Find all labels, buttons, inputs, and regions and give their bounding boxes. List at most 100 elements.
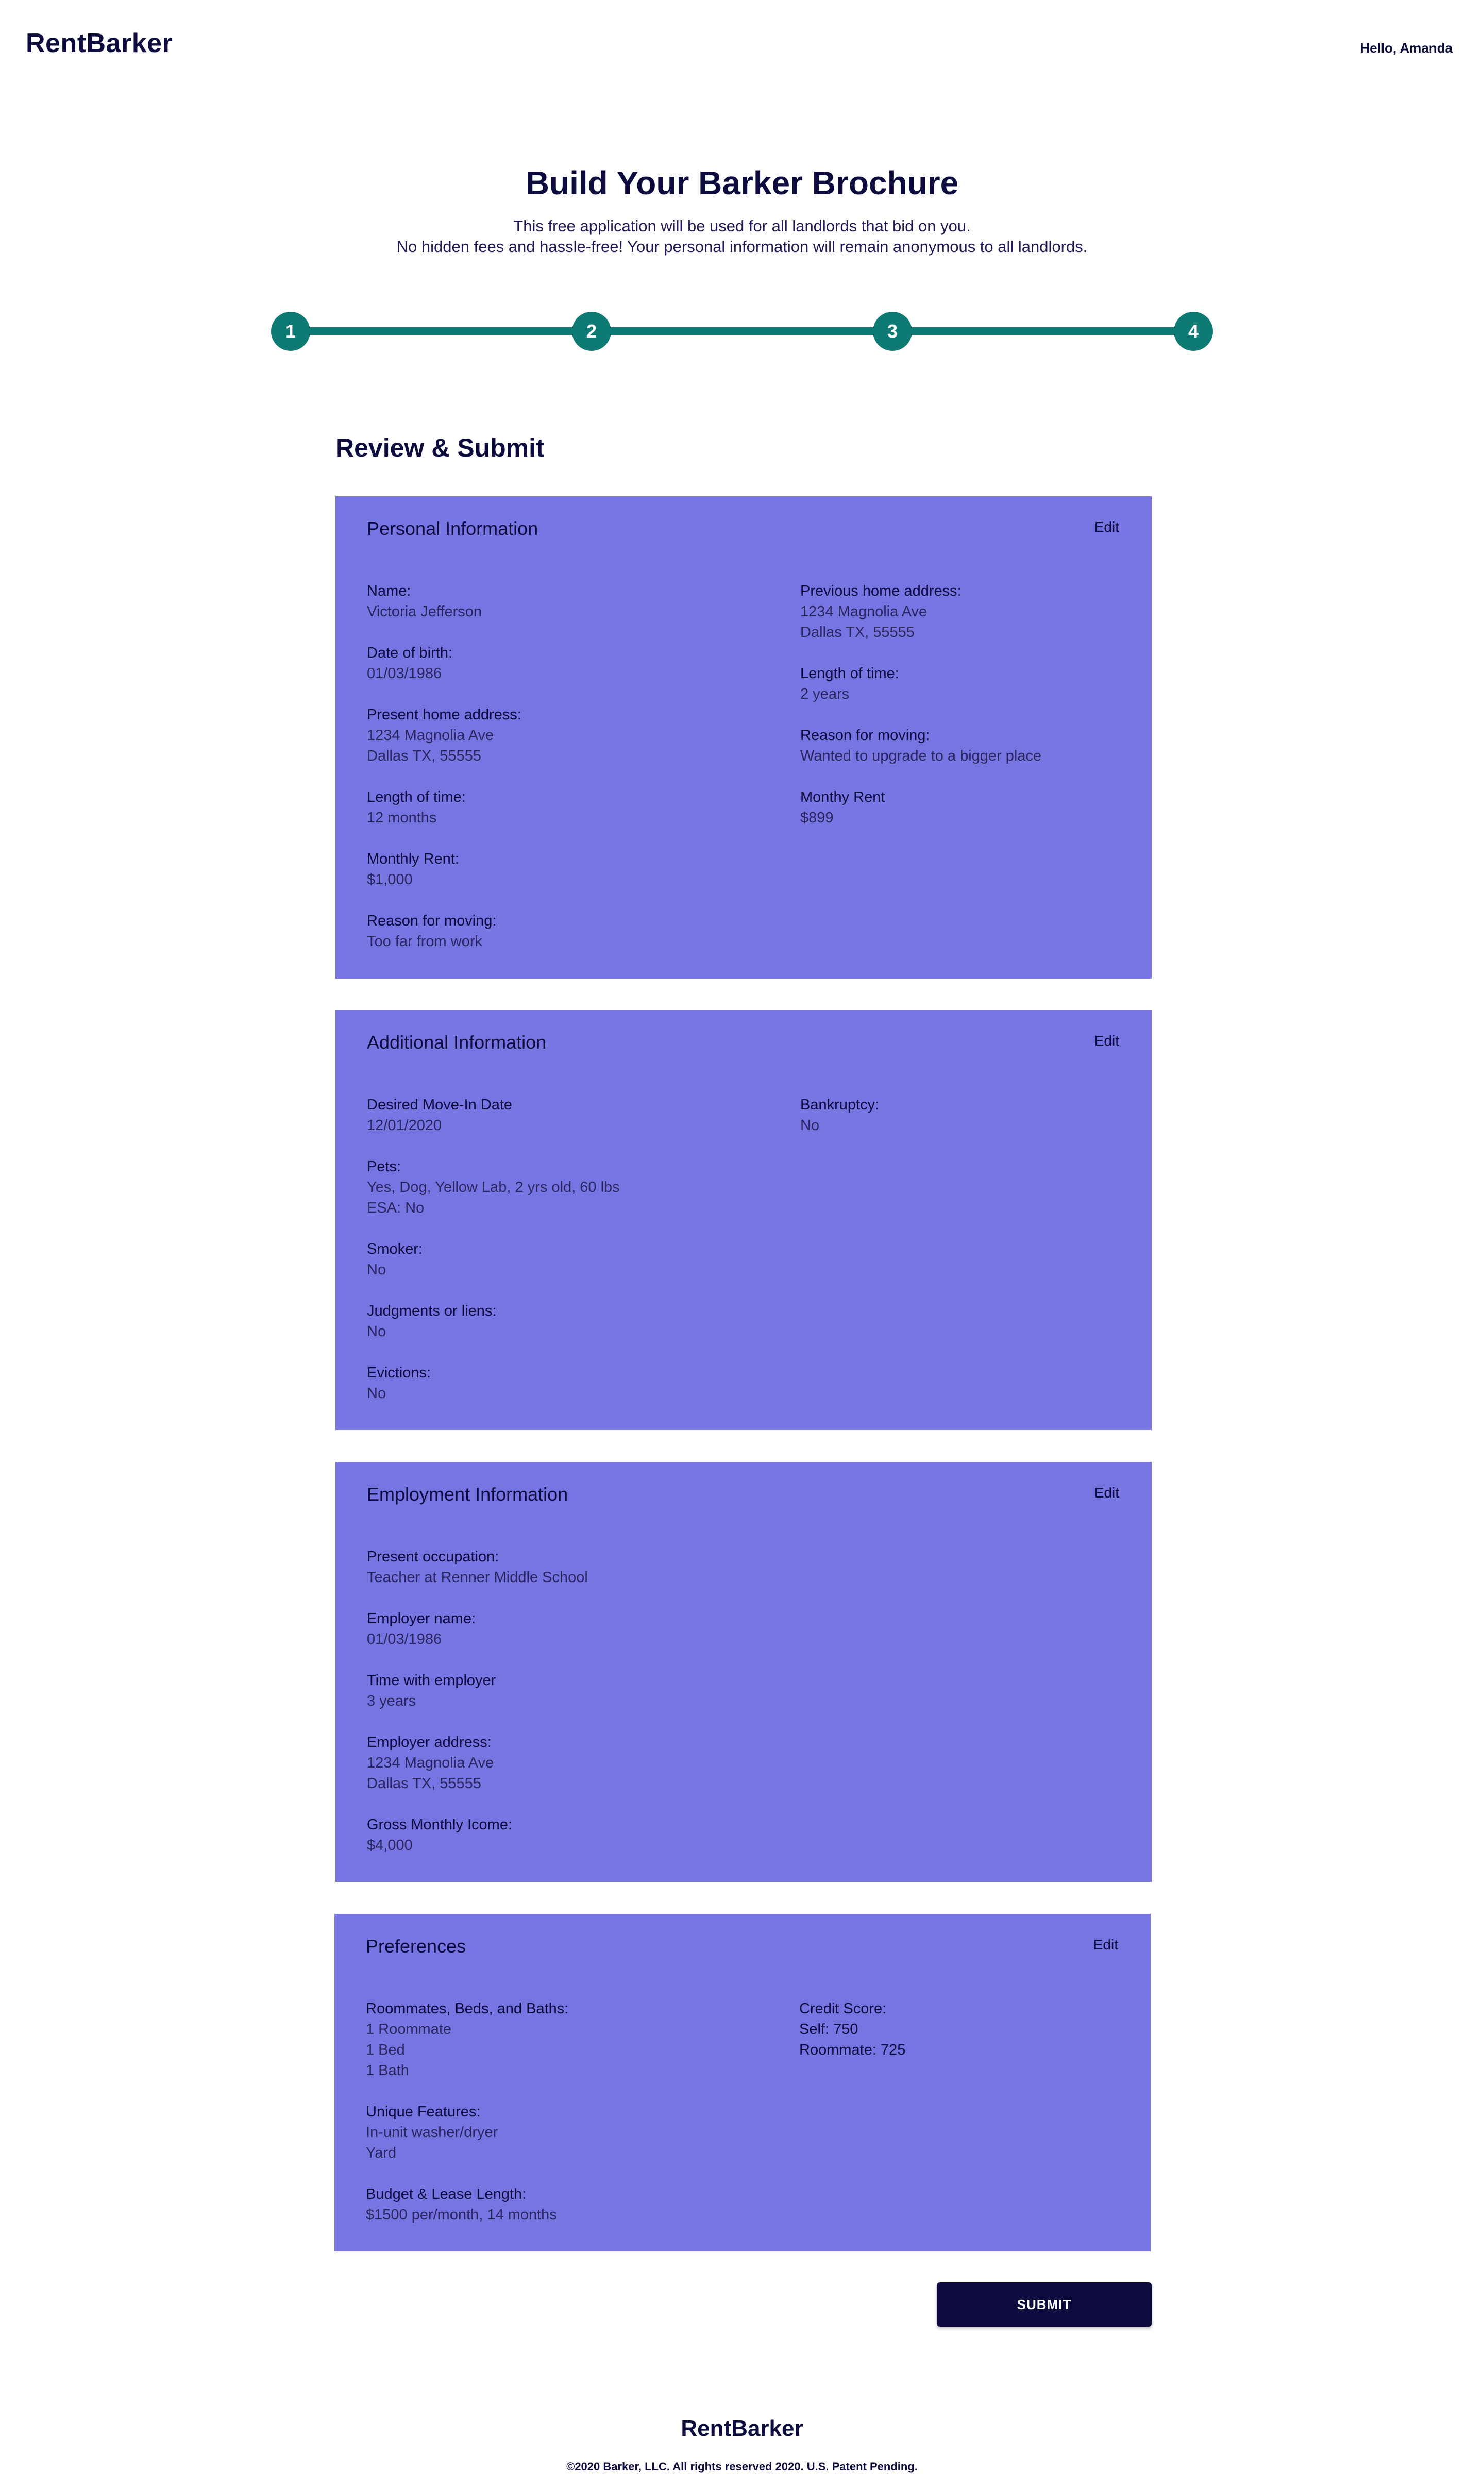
field-value: Teacher at Renner Middle School [367,1569,588,1586]
field-group: Credit Score: Self: 750 Roommate: 725 [799,1998,905,2060]
field-value: No [367,1385,386,1402]
field-value: 1234 Magnolia Ave [367,727,494,744]
field-label: Present home address: [367,706,521,723]
field-group: Present occupation: Teacher at Renner Mid… [367,1546,588,1588]
field-group: Employer name: 01/03/1986 [367,1608,588,1650]
card-title: Preferences [366,1936,466,1957]
field-group: Date of birth: 01/03/1986 [367,643,521,684]
field-value: Dallas TX, 55555 [367,1775,481,1792]
field-label: Smoker: [367,1241,423,1257]
field-label: Reason for moving: [367,913,497,929]
field-group: Evictions: No [367,1362,620,1404]
field-value: Roommate: 725 [799,2042,906,2058]
progress-stepper: 1 2 3 4 [271,312,1213,351]
field-value: $4,000 [367,1837,413,1854]
field-value: 12 months [367,810,437,826]
step-1[interactable]: 1 [271,312,310,351]
field-value: No [367,1323,386,1340]
field-group: Name: Victoria Jefferson [367,581,521,622]
edit-employment-button[interactable]: Edit [1094,1485,1119,1501]
field-value: ESA: No [367,1200,425,1216]
field-label: Length of time: [367,789,466,805]
field-group: Present home address: 1234 Magnolia Ave Da… [367,704,521,766]
field-value: In-unit washer/dryer [366,2124,498,2141]
footer-logo[interactable]: RentBarker [0,2416,1484,2442]
field-value: Self: 750 [799,2021,858,2038]
step-4[interactable]: 4 [1174,312,1213,351]
field-value: 01/03/1986 [367,1631,442,1647]
card-column-right: Credit Score: Self: 750 Roommate: 725 [799,1998,905,2081]
field-value: Dallas TX, 55555 [800,624,915,641]
card-title: Employment Information [367,1484,568,1505]
employment-information-card: Employment Information Edit Present occu… [335,1462,1152,1882]
field-value: 1 Roommate [366,2021,452,2038]
field-value: Wanted to upgrade to a bigger place [800,748,1042,764]
field-label: Bankruptcy: [800,1097,880,1113]
field-group: Gross Monthly Icome: $4,000 [367,1814,588,1856]
field-label: Employer address: [367,1734,492,1751]
field-label: Present occupation: [367,1549,499,1565]
review-heading: Review & Submit [335,433,545,462]
field-group: Previous home address: 1234 Magnolia Ave D… [800,581,1041,643]
field-value: Yard [366,2145,397,2161]
field-group: Reason for moving: Too far from work [367,911,521,952]
card-column-left: Roommates, Beds, and Baths: 1 Roommate 1 B… [366,1998,568,2246]
field-value: 12/01/2020 [367,1117,442,1134]
card-title: Additional Information [367,1032,547,1053]
step-2[interactable]: 2 [572,312,611,351]
field-label: Monthy Rent [800,789,885,805]
field-label: Name: [367,583,411,599]
field-value: No [367,1261,386,1278]
field-label: Unique Features: [366,2104,481,2120]
field-group: Monthly Rent: $1,000 [367,849,521,890]
field-value: Dallas TX, 55555 [367,748,481,764]
field-label: Evictions: [367,1365,431,1381]
user-greeting[interactable]: Hello, Amanda [1360,40,1453,56]
page-title: Build Your Barker Brochure [525,164,959,201]
field-label: Judgments or liens: [367,1303,497,1319]
field-label: Budget & Lease Length: [366,2186,527,2202]
card-column-right: Bankruptcy: No [800,1095,879,1156]
field-value: Too far from work [367,933,482,950]
field-group: Length of time: 12 months [367,787,521,828]
field-value: No [800,1117,820,1134]
preferences-card: Preferences Edit Roommates, Beds, and Ba… [334,1914,1151,2251]
field-group: Unique Features: In-unit washer/dryer Yard [366,2101,568,2163]
edit-preferences-button[interactable]: Edit [1093,1937,1118,1953]
field-value: 1 Bed [366,2042,405,2058]
field-label: Credit Score: [799,2000,887,2017]
field-group: Employer address: 1234 Magnolia Ave Dallas… [367,1732,588,1794]
submit-button[interactable]: SUBMIT [937,2282,1152,2327]
field-group: Desired Move-In Date 12/01/2020 [367,1095,620,1136]
field-group: Judgments or liens: No [367,1301,620,1342]
field-value: 2 years [800,686,850,702]
field-label: Roommates, Beds, and Baths: [366,2000,569,2017]
page-subtitle-line-1: This free application will be used for a… [513,217,971,235]
page-subtitle-line-2: No hidden fees and hassle-free! Your per… [396,238,1088,256]
additional-information-card: Additional Information Edit Desired Move… [335,1010,1152,1430]
field-group: Roommates, Beds, and Baths: 1 Roommate 1 B… [366,1998,568,2081]
field-value: 1234 Magnolia Ave [367,1755,494,1771]
field-value: 1 Bath [366,2062,409,2079]
field-group: Smoker: No [367,1239,620,1280]
field-value: $899 [800,810,834,826]
field-label: Pets: [367,1158,401,1175]
field-label: Reason for moving: [800,727,930,744]
stepper-line [290,327,1194,335]
field-value: $1500 per/month, 14 months [366,2207,557,2223]
step-3[interactable]: 3 [873,312,912,351]
field-group: Time with employer 3 years [367,1670,588,1711]
logo[interactable]: RentBarker [26,28,173,59]
field-value: 3 years [367,1693,416,1709]
field-value: Yes, Dog, Yellow Lab, 2 yrs old, 60 lbs [367,1179,620,1196]
edit-additional-button[interactable]: Edit [1094,1033,1119,1049]
field-value: Victoria Jefferson [367,603,482,620]
field-value: 01/03/1986 [367,665,442,682]
field-group: Pets: Yes, Dog, Yellow Lab, 2 yrs old, 60… [367,1156,620,1218]
field-label: Previous home address: [800,583,962,599]
card-column-left: Present occupation: Teacher at Renner Mid… [367,1546,588,1876]
field-label: Employer name: [367,1610,476,1627]
field-group: Budget & Lease Length: $1500 per/month, 1… [366,2184,568,2225]
field-label: Gross Monthly Icome: [367,1816,513,1833]
edit-personal-button[interactable]: Edit [1094,519,1119,535]
